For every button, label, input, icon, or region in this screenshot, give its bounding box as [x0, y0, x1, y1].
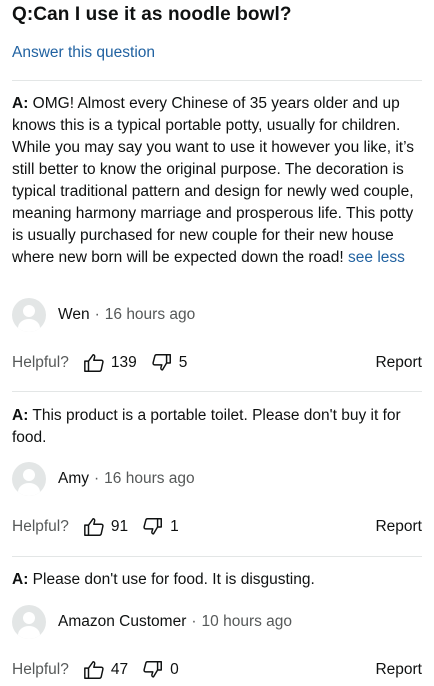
see-less-link[interactable]: see less [348, 249, 405, 266]
answer-this-question-link[interactable]: Answer this question [12, 44, 155, 62]
answer-prefix: A: [12, 571, 29, 588]
upvote-button[interactable]: 139 [83, 352, 137, 374]
downvote-button[interactable]: 5 [151, 352, 188, 374]
helpful-label: Helpful? [12, 661, 69, 678]
upvote-button[interactable]: 47 [83, 659, 128, 681]
divider [12, 556, 422, 557]
downvote-button[interactable]: 1 [142, 516, 179, 538]
answer-author-3: Amazon Customer · 10 hours ago [12, 604, 292, 640]
divider [12, 80, 422, 81]
author-name[interactable]: Amazon Customer [58, 613, 186, 631]
thumbs-up-icon [83, 354, 104, 372]
helpful-label: Helpful? [12, 354, 69, 371]
thumbs-up-icon [83, 518, 104, 536]
report-link[interactable]: Report [375, 518, 422, 536]
author-name[interactable]: Wen [58, 306, 90, 324]
answer-time: 16 hours ago [104, 470, 195, 487]
downvote-count: 1 [170, 518, 179, 535]
thumbs-down-icon [143, 518, 163, 535]
separator: · [94, 306, 100, 323]
answer-text-2: A: This product is a portable toilet. Pl… [12, 405, 424, 449]
answer-text-1: A: OMG! Almost every Chinese of 35 years… [12, 93, 424, 269]
upvote-count: 139 [110, 354, 137, 371]
answer-author-1: Wen · 16 hours ago [12, 297, 195, 333]
thumbs-up-icon [83, 661, 104, 679]
answer-prefix: A: [12, 407, 29, 424]
avatar [12, 462, 46, 496]
upvote-count: 47 [110, 661, 129, 678]
report-link[interactable]: Report [375, 661, 422, 679]
answer-body: Please don't use for food. It is disgust… [32, 571, 315, 588]
separator: · [191, 613, 197, 630]
upvote-button[interactable]: 91 [83, 516, 128, 538]
downvote-button[interactable]: 0 [142, 659, 179, 681]
helpful-label: Helpful? [12, 518, 69, 535]
author-name[interactable]: Amy [58, 470, 89, 488]
avatar [12, 605, 46, 639]
downvote-count: 5 [178, 354, 188, 371]
thumbs-down-icon [143, 661, 163, 678]
divider [12, 391, 422, 392]
downvote-count: 0 [170, 661, 179, 678]
report-link[interactable]: Report [375, 354, 422, 372]
avatar [12, 298, 46, 332]
answer-text-3: A: Please don't use for food. It is disg… [12, 569, 424, 591]
helpful-row-1: Helpful? 139 5 Report [12, 349, 422, 377]
upvote-count: 91 [110, 518, 129, 535]
question-title: Q:Can I use it as noodle bowl? [12, 4, 292, 25]
answer-time: 16 hours ago [104, 306, 196, 323]
separator: · [94, 470, 100, 487]
answer-prefix: A: [12, 95, 29, 112]
answer-body: OMG! Almost every Chinese of 35 years ol… [12, 95, 415, 266]
helpful-row-2: Helpful? 91 1 Report [12, 513, 422, 541]
answer-author-2: Amy · 16 hours ago [12, 461, 195, 497]
helpful-row-3: Helpful? 47 0 Report [12, 656, 422, 684]
answer-time: 10 hours ago [201, 613, 293, 630]
answer-body: This product is a portable toilet. Pleas… [12, 407, 401, 446]
thumbs-down-icon [152, 354, 171, 371]
